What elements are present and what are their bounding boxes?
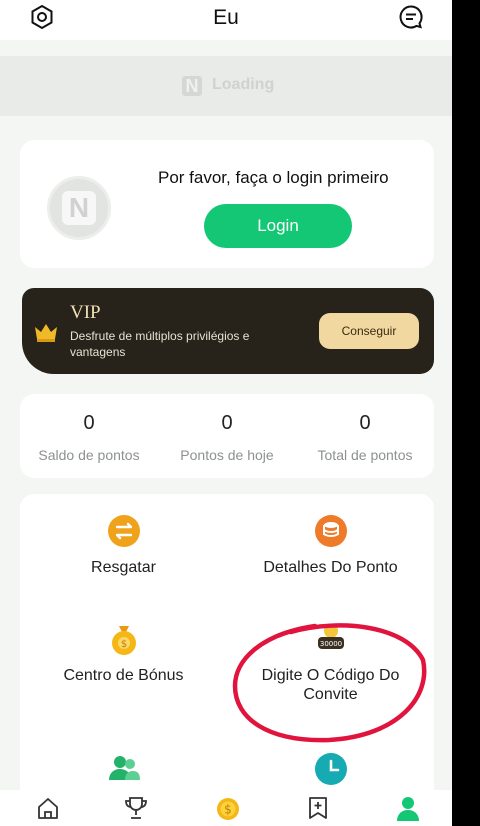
menu-item-users[interactable]: [20, 752, 227, 786]
stat-label: Saldo de pontos: [38, 447, 140, 463]
menu-item-redeem[interactable]: Resgatar: [20, 514, 227, 577]
vip-card[interactable]: VIP Desfrute de múltiplos privilégios e …: [22, 288, 434, 374]
menu-item-label: Detalhes Do Ponto: [263, 559, 398, 576]
login-card: N Por favor, faça o login primeiro Login: [20, 140, 434, 268]
menu-item-point-details[interactable]: Detalhes Do Ponto: [227, 514, 434, 577]
bottom-nav: $: [0, 790, 452, 826]
banner-placeholder[interactable]: N Loading: [0, 56, 452, 116]
vip-get-button[interactable]: Conseguir: [319, 313, 419, 349]
profile-icon[interactable]: [394, 794, 422, 822]
svg-text:$: $: [120, 639, 126, 650]
stat-balance[interactable]: 0 Saldo de pontos: [20, 394, 158, 463]
avatar-logo: N: [62, 191, 96, 225]
home-icon[interactable]: [34, 794, 62, 822]
coins-stack-icon: [314, 514, 348, 548]
stat-value: 0: [221, 412, 233, 434]
login-prompt: Por favor, faça o login primeiro: [158, 168, 389, 187]
right-black-margin: [452, 0, 480, 826]
menu-item-label: Resgatar: [91, 559, 156, 576]
avatar[interactable]: N: [47, 176, 111, 240]
coin-icon[interactable]: $: [214, 794, 242, 822]
points-stats: 0 Saldo de pontos 0 Pontos de hoje 0 Tot…: [20, 394, 434, 478]
users-icon: [107, 752, 141, 786]
crown-icon: [34, 322, 58, 342]
top-bar: Eu: [0, 0, 452, 40]
banner-logo: N: [182, 76, 202, 96]
login-button[interactable]: Login: [204, 204, 352, 248]
vip-title: VIP: [70, 302, 101, 323]
vip-description: Desfrute de múltiplos privilégios e vant…: [70, 329, 250, 359]
app-screen: Eu N Loading N Por favor, faça o login p…: [0, 0, 452, 826]
stat-today[interactable]: 0 Pontos de hoje: [158, 394, 296, 463]
page-title: Eu: [213, 6, 239, 29]
stat-label: Total de pontos: [317, 447, 413, 463]
menu-item-bonus-center[interactable]: $ Centro de Bónus: [20, 622, 227, 685]
stat-label: Pontos de hoje: [180, 447, 274, 463]
exchange-icon: [107, 514, 141, 548]
stat-value: 0: [359, 412, 371, 434]
stat-total[interactable]: 0 Total de pontos: [296, 394, 434, 463]
stat-value: 0: [83, 412, 95, 434]
trophy-icon[interactable]: [122, 794, 150, 822]
clock-icon: [314, 752, 348, 786]
loading-text: Loading: [212, 76, 275, 93]
bookmark-icon[interactable]: [304, 794, 332, 822]
menu-item-history[interactable]: [227, 752, 434, 786]
svg-text:$: $: [224, 803, 232, 817]
menu-item-label: Centro de Bónus: [63, 667, 184, 684]
money-bag-icon: $: [107, 622, 141, 656]
annotation-circle: [231, 618, 429, 744]
chat-icon[interactable]: [398, 4, 424, 30]
